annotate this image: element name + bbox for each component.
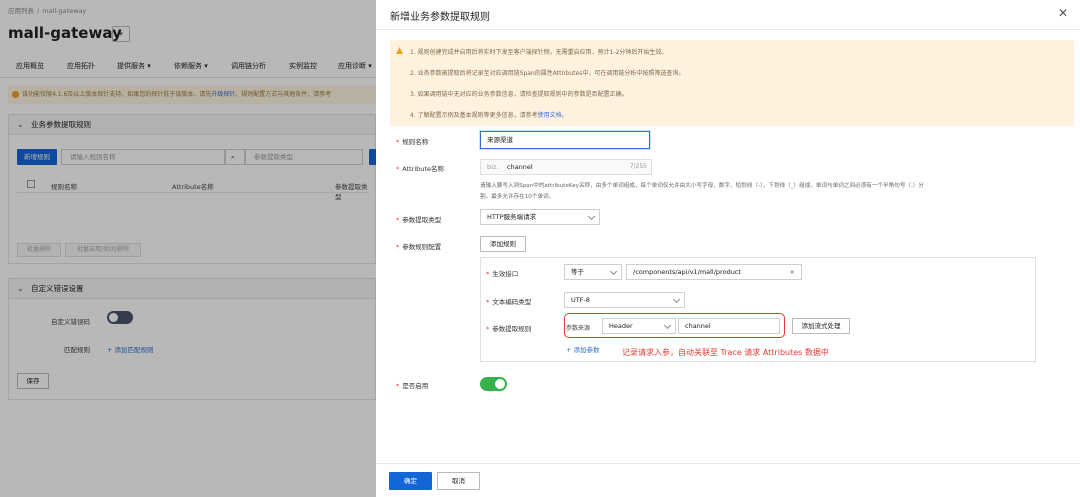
source-prefix: 参数来源	[566, 325, 591, 332]
cancel-button[interactable]: 取消	[437, 472, 480, 490]
divider	[376, 463, 1080, 464]
encoding-select[interactable]: UTF-8	[564, 292, 685, 308]
attribute-name-input[interactable]: biz. channel 7/255	[480, 159, 652, 175]
param-source-select[interactable]: Header	[602, 318, 676, 334]
interface-label: * 生效接口	[486, 270, 519, 278]
char-counter: 7/255	[629, 163, 647, 170]
add-stream-processing-button[interactable]: 添加流式处理	[792, 318, 850, 334]
rule-name-label: * 规则名称	[396, 138, 429, 146]
param-source-value: Header	[609, 322, 633, 330]
notice-line-3: 3. 如果调用链中无对应的业务参数信息，请检查提取规则中的参数是否配置正确。	[410, 91, 628, 98]
notice-line-2: 2. 业务参数被提取后将记录至对应调用链Span的属性Attributes中，可…	[410, 70, 685, 77]
add-param-link[interactable]: + 添加参数	[566, 344, 600, 354]
chevron-down-icon	[663, 321, 672, 330]
attribute-prefix: biz.	[487, 163, 499, 171]
interface-operator-value: 等于	[571, 268, 584, 276]
extract-rule-label: * 参数提取规则	[486, 325, 532, 333]
annotation-text: 记录请求入参，自动关联至 Trace 请求 Attributes 数据中	[622, 348, 829, 357]
attribute-help-line-2: 割。最多允许存在10个单词。	[480, 194, 555, 200]
enable-label: * 是否启用	[396, 382, 429, 390]
enable-toggle[interactable]	[480, 377, 507, 391]
notice-box: 1. 规则创建完成并启用后将实时下发至客户端探针侧，无需重启应用，预计1-2分钟…	[390, 40, 1074, 126]
chevron-down-icon	[587, 212, 596, 221]
notice-line-4: 4. 了解配置示例及基本规则等更多信息，请参考使用文档。	[410, 112, 568, 119]
extract-type-select[interactable]: HTTP服务端请求	[480, 209, 600, 225]
modal-overlay[interactable]	[0, 0, 376, 497]
extract-type-label: * 参数提取类型	[396, 216, 442, 224]
confirm-button[interactable]: 确定	[389, 472, 432, 490]
interface-path-value: /components/api/v1/mall/product	[633, 268, 741, 276]
extract-type-value: HTTP服务端请求	[487, 213, 537, 221]
drawer-title: 新增业务参数提取规则	[390, 12, 490, 23]
close-icon[interactable]: ✕	[1058, 7, 1068, 19]
encoding-value: UTF-8	[571, 296, 590, 304]
divider	[376, 29, 1080, 30]
add-rule-drawer: 新增业务参数提取规则 ✕ 1. 规则创建完成并启用后将实时下发至客户端探针侧，无…	[376, 0, 1080, 497]
interface-operator-select[interactable]: 等于	[564, 264, 622, 280]
attribute-help-line-1: 请输入要写入到Span中的attributeKey名称，由多个单词组成，每个单词…	[480, 183, 924, 189]
param-config-label: * 参数规则配置	[396, 243, 442, 251]
chevron-down-icon	[609, 267, 618, 276]
interface-path-input[interactable]: /components/api/v1/mall/product ×	[626, 264, 802, 280]
notice-line-1: 1. 规则创建完成并启用后将实时下发至客户端探针侧，无需重启应用，预计1-2分钟…	[410, 49, 668, 56]
rule-name-input[interactable]: 来源渠道	[480, 131, 650, 149]
attribute-name-label: * Attribute名称	[396, 165, 444, 173]
docs-link[interactable]: 使用文档	[538, 112, 562, 119]
param-name-input[interactable]: channel	[678, 318, 780, 334]
attribute-value: channel	[507, 163, 533, 171]
chevron-down-icon	[672, 295, 681, 304]
encoding-label: * 文本编码类型	[486, 298, 532, 306]
add-rule-button[interactable]: 添加规则	[480, 236, 526, 252]
warning-icon	[396, 47, 403, 54]
clear-icon[interactable]: ×	[790, 265, 795, 279]
